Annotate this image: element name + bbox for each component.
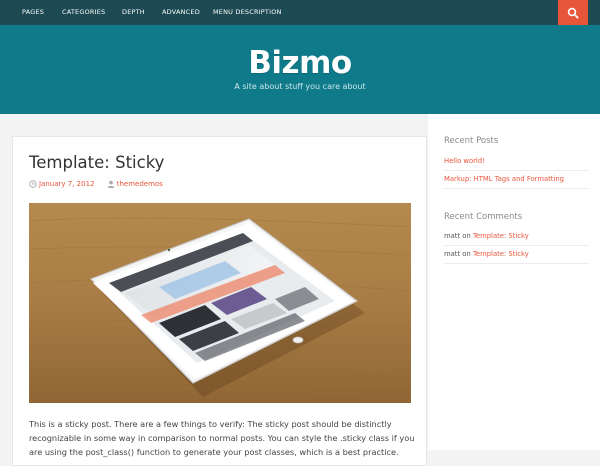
nav-item-depth[interactable]: DEPTH: [122, 0, 145, 25]
comment-post-link[interactable]: Template: Sticky: [473, 250, 529, 258]
recent-post-link[interactable]: Hello world!: [444, 157, 485, 165]
featured-image[interactable]: [29, 203, 411, 403]
nav-item-pages[interactable]: PAGES: [22, 0, 44, 25]
post-excerpt: This is a sticky post. There are a few t…: [29, 419, 415, 458]
site-description: A site about stuff you care about: [234, 82, 366, 91]
nav-item-categories[interactable]: CATEGORIES: [62, 0, 105, 25]
nav-item-advanced[interactable]: ADVANCED: [162, 0, 200, 25]
site-header: Bizmo A site about stuff you care about: [0, 25, 600, 114]
post-card: Template: Sticky January 7, 2012 themede…: [12, 136, 427, 466]
post-title[interactable]: Template: Sticky: [29, 153, 164, 172]
comment-on-text: on: [462, 250, 471, 258]
post-date[interactable]: January 7, 2012: [39, 180, 94, 188]
list-item: Markup: HTML Tags and Formatting: [444, 171, 589, 189]
recent-comments-title: Recent Comments: [444, 212, 523, 222]
post-author[interactable]: themedemos: [117, 180, 163, 188]
list-item: Hello world!: [444, 153, 589, 171]
comment-on-text: on: [462, 232, 471, 240]
recent-posts-title: Recent Posts: [444, 136, 499, 146]
search-icon: [567, 7, 579, 19]
post-meta: January 7, 2012 themedemos: [29, 180, 163, 191]
recent-comments-list: matt on Template: Sticky matt on Templat…: [444, 228, 589, 264]
clock-icon: [29, 180, 37, 188]
comment-post-link[interactable]: Template: Sticky: [473, 232, 529, 240]
nav-item-menu-description[interactable]: MENU DESCRIPTION: [213, 0, 282, 25]
recent-posts-list: Hello world! Markup: HTML Tags and Forma…: [444, 153, 589, 189]
site-title[interactable]: Bizmo: [0, 45, 600, 81]
comment-author: matt: [444, 232, 461, 240]
sidebar: Recent Posts Hello world! Markup: HTML T…: [428, 114, 600, 450]
comment-author: matt: [444, 250, 461, 258]
top-navigation: PAGES CATEGORIES DEPTH ADVANCED MENU DES…: [0, 0, 600, 25]
search-button[interactable]: [558, 0, 588, 25]
list-item: matt on Template: Sticky: [444, 228, 589, 246]
recent-post-link[interactable]: Markup: HTML Tags and Formatting: [444, 175, 564, 183]
list-item: matt on Template: Sticky: [444, 246, 589, 264]
user-icon: [107, 180, 115, 188]
